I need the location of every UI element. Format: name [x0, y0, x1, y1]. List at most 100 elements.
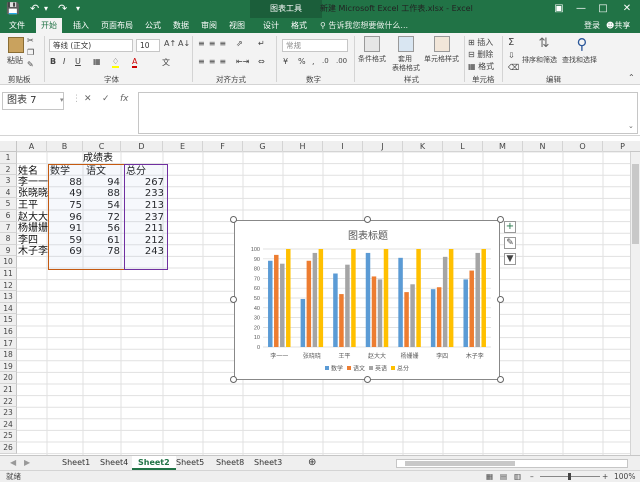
- chart-object[interactable]: 图表标题 0 10 20 30 40 50 60 70 80 90 100 李一一 张晓晓 王平 赵大大 杨姗…: [234, 220, 500, 380]
- bar-0-3[interactable]: [365, 252, 371, 347]
- close-button[interactable]: ✕: [616, 0, 638, 18]
- find-select-label[interactable]: 查找和选择: [562, 55, 597, 65]
- sheet-tab[interactable]: Sheet1: [56, 456, 96, 470]
- sort-filter-label[interactable]: 排序和筛选: [522, 55, 557, 65]
- formula-input[interactable]: [138, 92, 638, 134]
- resize-handle[interactable]: [230, 376, 237, 383]
- underline-icon[interactable]: U: [75, 57, 81, 66]
- orientation-icon[interactable]: ⇗: [236, 39, 243, 48]
- tab-view[interactable]: 视图: [224, 18, 250, 33]
- phonetic-icon[interactable]: 文: [162, 57, 170, 68]
- copy-icon[interactable]: ❐: [27, 48, 34, 57]
- increase-decimal-icon[interactable]: .0: [322, 57, 329, 65]
- bar-0-1[interactable]: [300, 298, 306, 347]
- cell-styles-label[interactable]: 单元格样式: [424, 54, 459, 64]
- sign-in-link[interactable]: 登录: [584, 18, 600, 33]
- tab-home[interactable]: 开始: [36, 18, 62, 33]
- increase-font-icon[interactable]: A↑: [164, 39, 176, 48]
- vertical-scrollbar[interactable]: [630, 152, 640, 455]
- chart-styles-button[interactable]: ✎: [504, 237, 516, 249]
- fill-icon[interactable]: ⇩: [508, 51, 515, 60]
- save-icon[interactable]: 💾: [6, 2, 20, 15]
- cancel-icon[interactable]: ✕: [84, 94, 92, 104]
- bar-1-2[interactable]: [339, 294, 344, 347]
- chart-elements-button[interactable]: +: [504, 221, 516, 233]
- page-layout-view-icon[interactable]: ▤: [500, 471, 507, 482]
- bar-3-2[interactable]: [351, 249, 356, 347]
- name-cell[interactable]: 木子李: [18, 245, 48, 258]
- decrease-font-icon[interactable]: A↓: [178, 39, 190, 48]
- bar-3-4[interactable]: [416, 249, 421, 347]
- legend-entry[interactable]: 数学: [331, 365, 343, 373]
- share-button[interactable]: ☻共享: [606, 18, 630, 33]
- font-color-icon[interactable]: A: [132, 57, 138, 68]
- wrap-text-icon[interactable]: ↵: [258, 39, 265, 48]
- worksheet-grid[interactable]: ABCDEFGHIJKLMNOPQ 1234567891011121314151…: [0, 141, 640, 455]
- tab-review[interactable]: 审阅: [196, 18, 222, 33]
- format-cells-button[interactable]: ▦ 格式: [468, 61, 494, 72]
- bar-2-2[interactable]: [345, 264, 350, 347]
- sheet-tab[interactable]: Sheet5: [170, 456, 210, 470]
- sort-filter-icon[interactable]: ⇅: [536, 36, 552, 52]
- vertical-scroll-thumb[interactable]: [632, 164, 639, 244]
- resize-handle[interactable]: [364, 376, 371, 383]
- next-sheet-icon[interactable]: ▶: [18, 456, 36, 470]
- indent-icon[interactable]: ⇤⇥: [236, 57, 249, 66]
- sheet-tab[interactable]: Sheet8: [210, 456, 250, 470]
- tab-page-layout[interactable]: 页面布局: [96, 18, 138, 33]
- chart-filters-button[interactable]: ▼: [504, 253, 516, 265]
- find-select-icon[interactable]: ⚲: [574, 35, 590, 53]
- bar-2-1[interactable]: [312, 252, 318, 347]
- bar-3-1[interactable]: [318, 249, 324, 347]
- legend-entry[interactable]: 英语: [375, 365, 387, 373]
- name-box[interactable]: 图表 7: [2, 92, 64, 110]
- enter-icon[interactable]: ✓: [102, 94, 110, 104]
- tab-design[interactable]: 设计: [258, 18, 284, 33]
- cut-icon[interactable]: ✂: [27, 36, 34, 45]
- bar-2-0[interactable]: [280, 263, 285, 347]
- bar-3-5[interactable]: [448, 249, 454, 347]
- resize-handle[interactable]: [497, 296, 504, 303]
- bar-0-5[interactable]: [430, 289, 436, 347]
- maximize-button[interactable]: □: [592, 0, 614, 18]
- percent-icon[interactable]: %: [298, 57, 306, 66]
- bar-2-5[interactable]: [442, 256, 448, 347]
- tell-me-search[interactable]: ⚲ 告诉我您想要做什么...: [320, 18, 408, 33]
- bar-1-0[interactable]: [274, 254, 279, 347]
- zoom-level[interactable]: 100%: [614, 471, 635, 482]
- bar-3-0[interactable]: [286, 249, 291, 347]
- font-size-select[interactable]: 10: [136, 39, 160, 52]
- customize-toolbar-icon[interactable]: ▾: [76, 4, 80, 13]
- accounting-format-icon[interactable]: ¥: [283, 57, 288, 66]
- bold-icon[interactable]: B: [50, 57, 56, 66]
- bar-2-6[interactable]: [475, 252, 480, 347]
- vertical-align-icons[interactable]: ≡≡≡: [198, 39, 230, 48]
- borders-icon[interactable]: ▦: [93, 57, 101, 66]
- horizontal-scrollbar[interactable]: [396, 459, 628, 468]
- undo-icon[interactable]: ↶: [30, 2, 39, 15]
- fill-color-icon[interactable]: ♢: [112, 57, 120, 68]
- bar-3-6[interactable]: [481, 249, 486, 347]
- bar-0-0[interactable]: [268, 260, 273, 347]
- paste-icon[interactable]: [8, 37, 24, 53]
- legend-entry[interactable]: 语文: [353, 365, 365, 373]
- name-box-dropdown-icon[interactable]: ▾: [60, 96, 64, 104]
- bar-0-4[interactable]: [398, 257, 403, 347]
- bar-2-3[interactable]: [377, 279, 383, 347]
- resize-handle[interactable]: [497, 376, 504, 383]
- collapse-ribbon-icon[interactable]: ⌃: [628, 73, 635, 82]
- bar-1-6[interactable]: [469, 270, 474, 347]
- page-break-view-icon[interactable]: ▥: [514, 471, 521, 482]
- bar-1-5[interactable]: [436, 287, 442, 347]
- sheet-tab[interactable]: Sheet4: [94, 456, 134, 470]
- decrease-decimal-icon[interactable]: .00: [336, 57, 347, 65]
- bar-1-1[interactable]: [306, 260, 312, 347]
- undo-dropdown-icon[interactable]: ▾: [44, 4, 48, 13]
- minimize-button[interactable]: —: [570, 0, 592, 18]
- horizontal-align-icons[interactable]: ≡≡≡: [198, 57, 230, 66]
- clear-icon[interactable]: ⌫: [508, 63, 519, 72]
- merge-center-icon[interactable]: ⇔: [258, 57, 265, 66]
- autosum-icon[interactable]: Σ: [508, 37, 514, 48]
- resize-handle[interactable]: [230, 216, 237, 223]
- bar-1-4[interactable]: [404, 292, 409, 347]
